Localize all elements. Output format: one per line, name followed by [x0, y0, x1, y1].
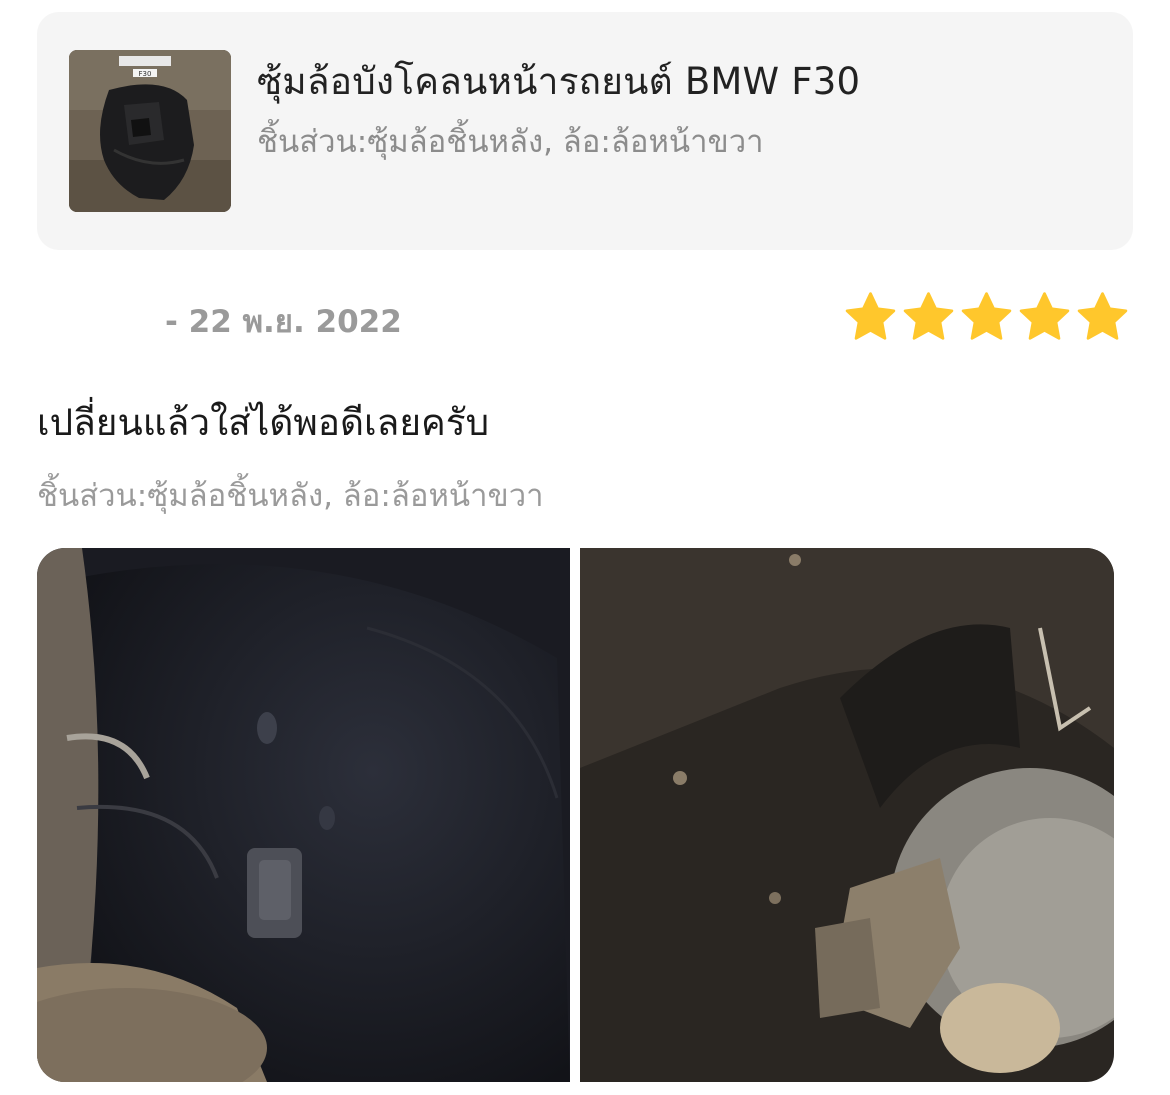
review-photo-2[interactable] — [580, 548, 1114, 1082]
star-icon — [1019, 292, 1070, 340]
star-icon — [1077, 292, 1128, 340]
product-card[interactable]: F30 ซุ้มล้อบังโคลนหน้ารถยนต์ BMW F30 ชิ้… — [37, 12, 1133, 250]
star-icon — [903, 292, 954, 340]
review-text: เปลี่ยนแล้วใส่ได้พอดีเลยครับ — [37, 401, 490, 444]
product-variant: ชิ้นส่วน:ซุ้มล้อชิ้นหลัง, ล้อ:ล้อหน้าขวา — [257, 124, 764, 160]
wheel-well-liner-photo-2-icon — [580, 548, 1114, 1082]
thumbnail-caption: F30 — [139, 70, 152, 78]
review-date: - 22 พ.ย. 2022 — [165, 304, 402, 340]
product-title[interactable]: ซุ้มล้อบังโคลนหน้ารถยนต์ BMW F30 — [257, 52, 860, 111]
star-icon — [845, 292, 896, 340]
product-thumbnail[interactable]: F30 — [69, 50, 231, 212]
review-photo-1[interactable] — [37, 548, 570, 1082]
review-variant: ชิ้นส่วน:ซุ้มล้อชิ้นหลัง, ล้อ:ล้อหน้าขวา — [37, 478, 544, 514]
star-icon — [961, 292, 1012, 340]
wheel-well-liner-photo-1-icon — [37, 548, 570, 1082]
rating-stars — [843, 288, 1130, 348]
review-photos — [37, 548, 1114, 1082]
